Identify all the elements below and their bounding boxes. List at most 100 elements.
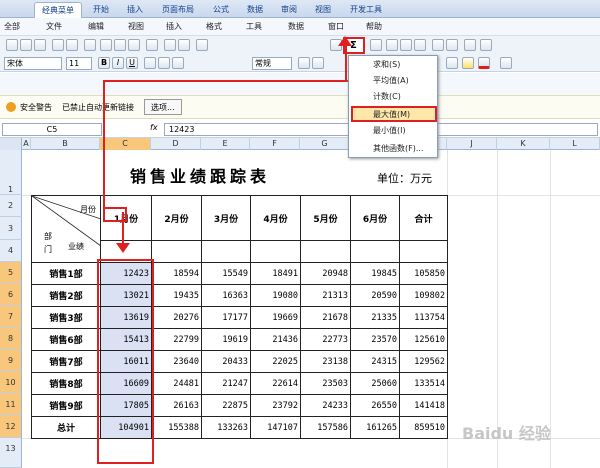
value-cell[interactable]: 20433 — [201, 350, 251, 373]
empty-cell[interactable] — [201, 240, 251, 263]
open-icon[interactable] — [20, 39, 32, 51]
col-e[interactable]: E — [201, 138, 250, 150]
underline-icon[interactable]: U — [126, 57, 138, 69]
menu-format[interactable]: 格式 — [206, 21, 222, 32]
total-header[interactable]: 合计 — [399, 195, 448, 241]
value-cell[interactable]: 22799 — [151, 328, 202, 351]
number-format-select[interactable]: 常规 — [252, 57, 292, 70]
month-header[interactable]: 2月份 — [151, 195, 202, 241]
empty-cell[interactable] — [300, 240, 351, 263]
total-cell[interactable]: 129562 — [399, 350, 448, 373]
row-header-7[interactable]: 7 — [0, 306, 22, 328]
fx-icon[interactable]: fx — [150, 123, 158, 132]
menu-edit[interactable]: 编辑 — [88, 21, 104, 32]
paste-icon[interactable] — [128, 39, 140, 51]
menu-item-more-functions[interactable]: 其他函数(F)... — [353, 142, 435, 156]
font-color-icon[interactable] — [478, 57, 490, 69]
function-icon[interactable] — [370, 39, 382, 51]
value-cell[interactable]: 25060 — [350, 372, 400, 395]
sort-desc-icon[interactable] — [400, 39, 412, 51]
value-cell[interactable]: 18491 — [250, 262, 301, 285]
total-cell[interactable]: 125610 — [399, 328, 448, 351]
col-g[interactable]: G — [300, 138, 350, 150]
col-c[interactable]: C — [100, 138, 151, 150]
row-header-5[interactable]: 5 — [0, 262, 22, 284]
value-cell[interactable]: 23503 — [300, 372, 351, 395]
menu-all[interactable]: 全部 — [4, 21, 20, 32]
menu-insert[interactable]: 插入 — [166, 21, 182, 32]
tab-classic-menu[interactable]: 经典菜单 — [34, 2, 82, 18]
tab-review[interactable]: 审阅 — [274, 2, 304, 18]
value-cell[interactable]: 147107 — [250, 416, 301, 439]
total-cell[interactable]: 133514 — [399, 372, 448, 395]
dept-label[interactable]: 销售3部 — [31, 306, 101, 329]
value-cell[interactable]: 26163 — [151, 394, 202, 417]
value-cell[interactable]: 24233 — [300, 394, 351, 417]
total-cell[interactable]: 105850 — [399, 262, 448, 285]
header-corner-cell[interactable]: 月份 部 门 业绩 — [31, 195, 101, 263]
value-cell[interactable]: 23640 — [151, 350, 202, 373]
tab-formulas[interactable]: 公式 — [206, 2, 236, 18]
tab-insert[interactable]: 插入 — [120, 2, 150, 18]
percent-icon[interactable] — [312, 57, 324, 69]
align-center-icon[interactable] — [158, 57, 170, 69]
value-cell[interactable]: 22773 — [300, 328, 351, 351]
drawing-icon[interactable] — [446, 39, 458, 51]
row-header-13[interactable]: 13 — [0, 438, 22, 468]
save-icon[interactable] — [34, 39, 46, 51]
fill-color-icon[interactable] — [462, 57, 474, 69]
menu-item-count[interactable]: 计数(C) — [353, 90, 435, 104]
font-size-select[interactable]: 11 — [66, 57, 92, 70]
row-header-2[interactable]: 2 — [0, 195, 22, 217]
value-cell[interactable]: 26550 — [350, 394, 400, 417]
styles-icon[interactable] — [500, 57, 512, 69]
tab-view[interactable]: 视图 — [308, 2, 338, 18]
value-cell[interactable]: 19080 — [250, 284, 301, 307]
value-cell[interactable]: 20276 — [151, 306, 202, 329]
value-cell[interactable]: 19435 — [151, 284, 202, 307]
print-icon[interactable] — [52, 39, 64, 51]
value-cell[interactable]: 19619 — [201, 328, 251, 351]
value-cell[interactable]: 22614 — [250, 372, 301, 395]
borders-icon[interactable] — [446, 57, 458, 69]
spell-icon[interactable] — [84, 39, 96, 51]
menu-item-sum[interactable]: 求和(S) — [353, 58, 435, 72]
value-cell[interactable]: 20948 — [300, 262, 351, 285]
month-header[interactable]: 3月份 — [201, 195, 251, 241]
select-all-corner[interactable] — [0, 138, 22, 150]
copy-icon[interactable] — [114, 39, 126, 51]
col-l[interactable]: L — [550, 138, 600, 150]
col-k[interactable]: K — [497, 138, 550, 150]
font-name-select[interactable]: 宋体 — [4, 57, 62, 70]
menu-data[interactable]: 数据 — [288, 21, 304, 32]
zoom-icon[interactable] — [464, 39, 476, 51]
dept-label[interactable]: 销售2部 — [31, 284, 101, 307]
menu-item-average[interactable]: 平均值(A) — [353, 74, 435, 88]
dept-label[interactable]: 销售7部 — [31, 350, 101, 373]
value-cell[interactable]: 21247 — [201, 372, 251, 395]
bold-icon[interactable]: B — [98, 57, 110, 69]
align-right-icon[interactable] — [172, 57, 184, 69]
value-cell[interactable]: 161265 — [350, 416, 400, 439]
dept-label[interactable]: 销售1部 — [31, 262, 101, 285]
tab-developer[interactable]: 开发工具 — [342, 2, 390, 18]
tab-home[interactable]: 开始 — [86, 2, 116, 18]
currency-icon[interactable] — [298, 57, 310, 69]
col-b[interactable]: B — [31, 138, 100, 150]
menu-file[interactable]: 文件 — [46, 21, 62, 32]
value-cell[interactable]: 133263 — [201, 416, 251, 439]
value-cell[interactable]: 18594 — [151, 262, 202, 285]
value-cell[interactable]: 155388 — [151, 416, 202, 439]
value-cell[interactable]: 23792 — [250, 394, 301, 417]
value-cell[interactable]: 22025 — [250, 350, 301, 373]
value-cell[interactable]: 20590 — [350, 284, 400, 307]
empty-cell[interactable] — [250, 240, 301, 263]
italic-icon[interactable]: I — [112, 57, 124, 69]
menu-view[interactable]: 视图 — [128, 21, 144, 32]
menu-item-max[interactable]: 最大值(M) — [351, 106, 437, 122]
row-header-10[interactable]: 10 — [0, 372, 22, 394]
dept-label[interactable]: 销售6部 — [31, 328, 101, 351]
month-header[interactable]: 5月份 — [300, 195, 351, 241]
col-f[interactable]: F — [250, 138, 300, 150]
row-header-6[interactable]: 6 — [0, 284, 22, 306]
